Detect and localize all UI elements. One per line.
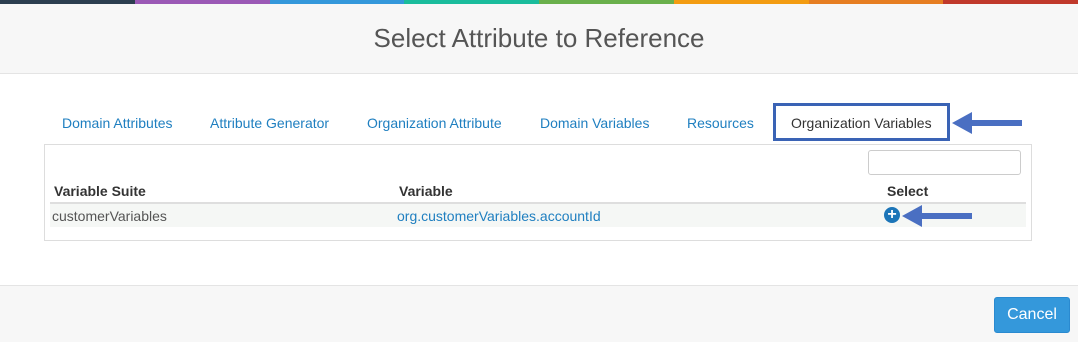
- cell-variable-link[interactable]: org.customerVariables.accountId: [397, 208, 601, 224]
- arrow-shaft: [972, 120, 1022, 126]
- column-header-select: Select: [887, 183, 929, 199]
- modal-footer: [0, 285, 1078, 342]
- tab-bar: Domain Attributes Attribute Generator Or…: [44, 103, 1032, 145]
- tab-attribute-generator[interactable]: Attribute Generator: [206, 103, 333, 145]
- cancel-button[interactable]: Cancel: [994, 297, 1070, 333]
- tab-organization-attribute[interactable]: Organization Attribute: [363, 103, 506, 145]
- modal-title: Select Attribute to Reference: [373, 23, 705, 53]
- arrow-head: [952, 112, 972, 134]
- annotation-arrow-select: [902, 205, 972, 227]
- tab-domain-attributes[interactable]: Domain Attributes: [58, 103, 177, 145]
- search-input[interactable]: [868, 150, 1021, 175]
- cell-variable-suite: customerVariables: [52, 208, 167, 224]
- arrow-shaft: [922, 213, 972, 219]
- column-header-variable: Variable: [399, 183, 453, 199]
- tab-domain-variables[interactable]: Domain Variables: [536, 103, 653, 145]
- plus-circle-icon[interactable]: +: [884, 207, 900, 223]
- annotation-arrow-tab: [952, 112, 1022, 134]
- column-header-variable-suite: Variable Suite: [54, 183, 146, 199]
- modal-header: Select Attribute to Reference: [0, 4, 1078, 74]
- tab-resources[interactable]: Resources: [683, 103, 758, 145]
- arrow-head: [902, 205, 922, 227]
- tab-organization-variables[interactable]: Organization Variables: [773, 103, 950, 141]
